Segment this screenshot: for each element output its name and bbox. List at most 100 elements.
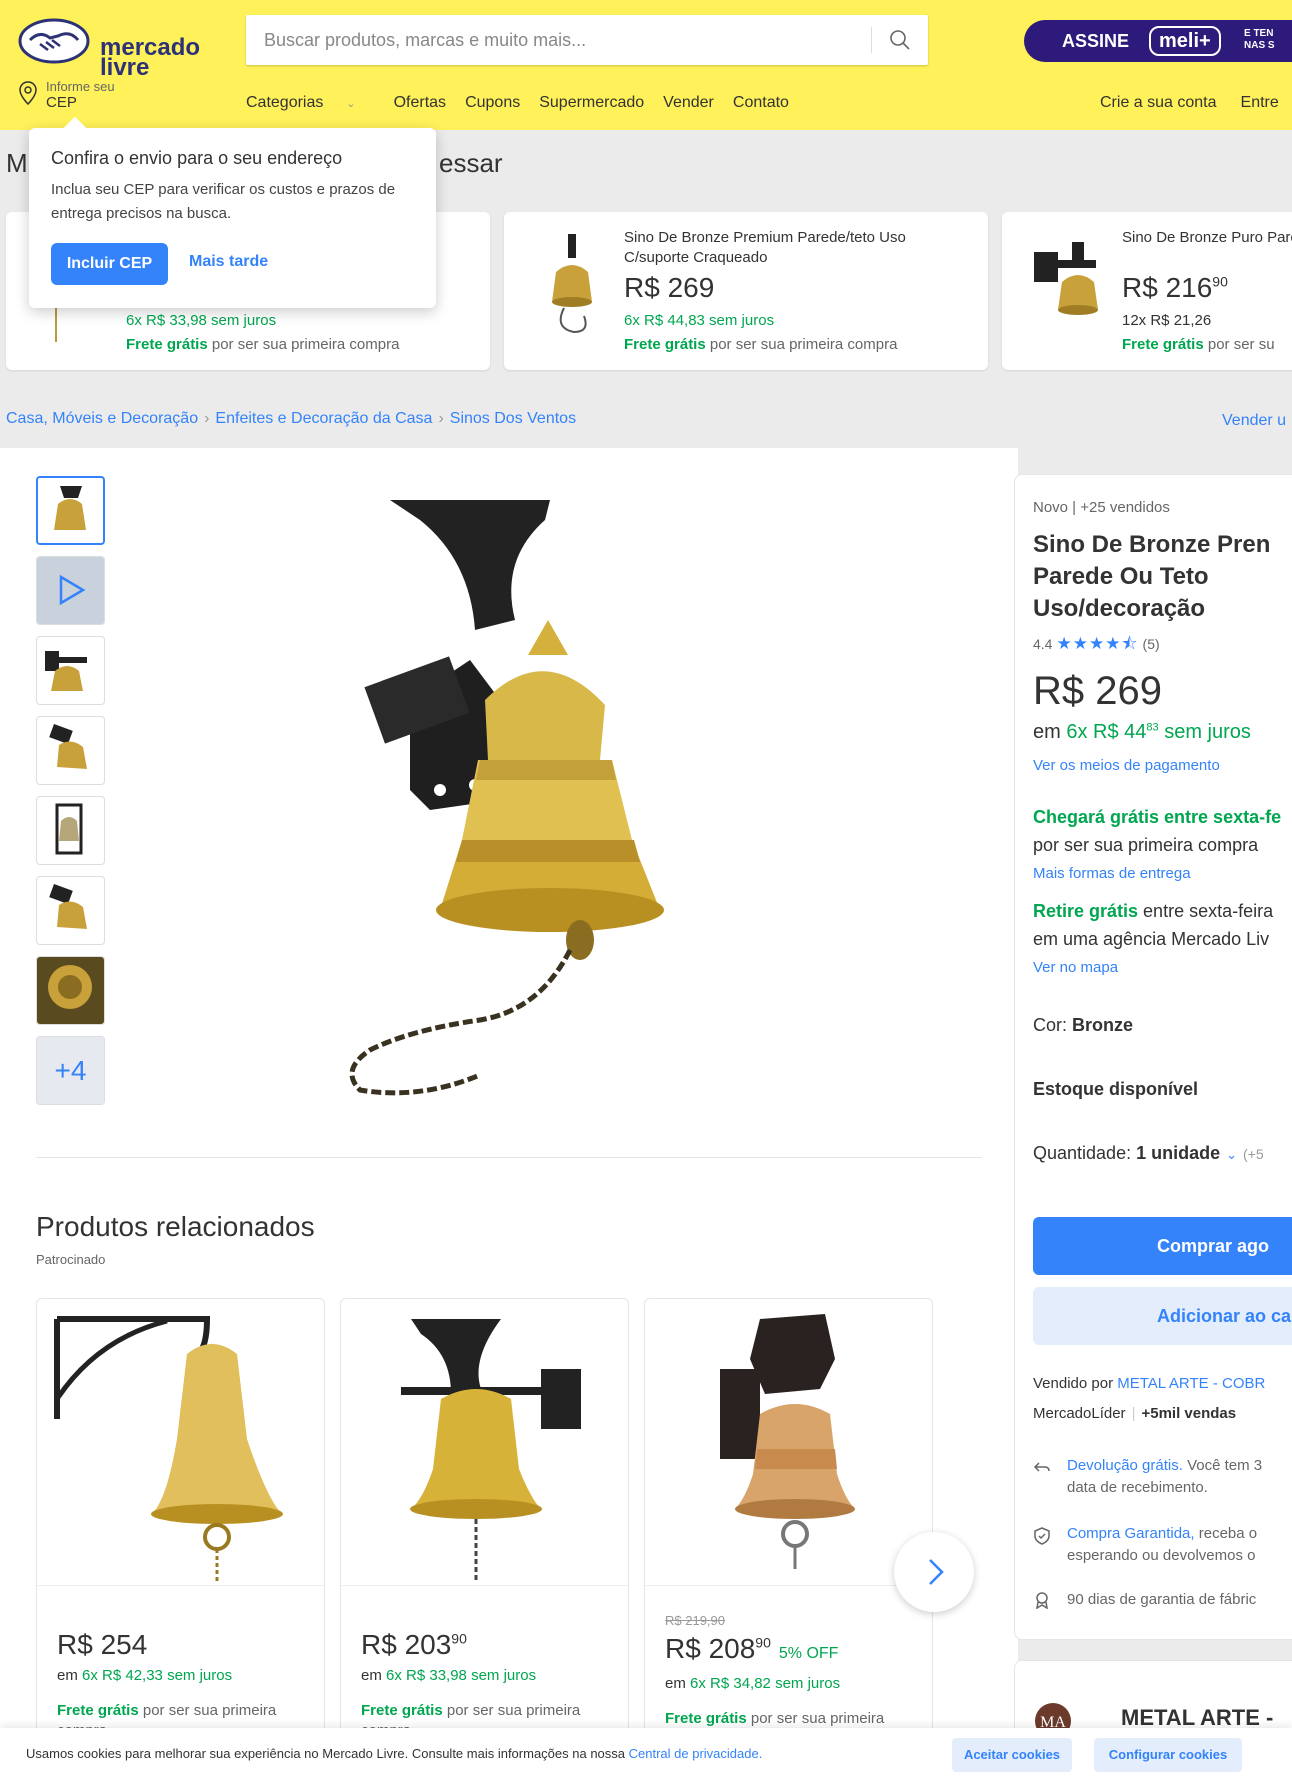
stock-status: Estoque disponível xyxy=(1033,1079,1199,1099)
recent-product-shipping: Frete grátis por ser su xyxy=(1122,336,1275,353)
tooltip-title: Confira o envio para o seu endereço xyxy=(51,148,343,168)
login-link[interactable]: Entre xyxy=(1241,94,1279,111)
gallery-thumbnail[interactable] xyxy=(36,636,105,705)
related-product-installments: em 6x R$ 33,98 sem juros xyxy=(361,1667,537,1684)
breadcrumb-item[interactable]: Enfeites e Decoração da Casa xyxy=(215,410,432,427)
free-return-info: Devolução grátis. Você tem 3 data de rece… xyxy=(1067,1457,1263,1496)
buy-now-button[interactable]: Comprar ago xyxy=(1033,1217,1292,1275)
header: mercadolivre ASSINE meli+ E TENNAS S Inf… xyxy=(0,0,1292,130)
chevron-right-icon xyxy=(929,1559,944,1585)
card-divider xyxy=(37,1585,324,1586)
product-thumbnail-image xyxy=(37,957,104,1024)
quantity-selector[interactable]: Quantidade: 1 unidade ⌄ (+5 xyxy=(1033,1143,1264,1164)
product-thumbnail-image xyxy=(54,486,86,530)
related-product-card[interactable]: R$ 254 em 6x R$ 42,33 sem juros Frete gr… xyxy=(36,1298,325,1758)
privacy-center-link[interactable]: Central de privacidade. xyxy=(629,1746,763,1761)
accept-cookies-button[interactable]: Aceitar cookies xyxy=(952,1738,1072,1772)
gallery-more-thumbnail[interactable]: +4 xyxy=(36,1036,105,1105)
recent-product-shipping: Frete grátis por ser sua primeira compra xyxy=(624,336,898,353)
play-icon xyxy=(37,557,104,624)
carousel-next-button[interactable] xyxy=(894,1532,974,1612)
cookie-text: Usamos cookies para melhorar sua experiê… xyxy=(26,1746,763,1761)
related-products-title: Produtos relacionados xyxy=(36,1211,315,1242)
more-images-count: +4 xyxy=(37,1037,104,1104)
meli-plus-banner[interactable]: ASSINE meli+ E TEN NAS S xyxy=(1024,20,1292,62)
buy-box: Novo | +25 vendidos Sino De Bronze Pren … xyxy=(1014,474,1292,1640)
nav-ofertas[interactable]: Ofertas xyxy=(394,94,446,112)
later-button[interactable]: Mais tarde xyxy=(189,253,268,271)
related-product-shipping: Frete grátis por ser sua primeira xyxy=(665,1710,885,1727)
product-thumbnail-image xyxy=(49,884,87,929)
breadcrumb-separator-icon: › xyxy=(438,410,444,427)
gallery-thumbnail[interactable] xyxy=(36,716,105,785)
purchase-guarantee-info: Compra Garantida, receba o esperando ou d… xyxy=(1067,1525,1258,1564)
promo-small-text: E TEN NAS S xyxy=(1244,28,1275,51)
recent-product-price: R$ 21690 xyxy=(1122,272,1228,303)
create-account-link[interactable]: Crie a sua conta xyxy=(1100,94,1217,111)
search-input[interactable] xyxy=(264,27,844,53)
sell-similar-link[interactable]: Vender u xyxy=(1222,412,1286,430)
add-to-cart-button[interactable]: Adicionar ao car xyxy=(1033,1287,1292,1345)
rating[interactable]: 4.4 ★★★★⯪ (5) xyxy=(1033,631,1160,660)
cep-label: CEP xyxy=(46,94,77,111)
related-product-image xyxy=(54,1316,283,1581)
view-map-link[interactable]: Ver no mapa xyxy=(1033,959,1118,976)
breadcrumb-separator-icon: › xyxy=(204,410,210,427)
related-product-image xyxy=(401,1319,581,1581)
warranty-medal-icon xyxy=(1036,1592,1048,1609)
gallery-thumbnail[interactable] xyxy=(36,876,105,945)
product-thumbnail xyxy=(1034,242,1098,315)
nav-supermercado[interactable]: Supermercado xyxy=(539,94,644,112)
more-shipping-link[interactable]: Mais formas de entrega xyxy=(1033,865,1191,882)
cep-tooltip: Confira o envio para o seu endereço Incl… xyxy=(29,116,436,308)
recent-product-installments: 12x R$ 21,26 xyxy=(1122,312,1212,329)
color-selector: Cor: Bronze xyxy=(1033,1015,1134,1035)
recent-product-card[interactable]: Sino De Bronze Puro Parede 1,5 Kg Para E… xyxy=(1002,212,1292,370)
cep-label-small: Informe seu xyxy=(46,79,115,94)
payment-methods-link[interactable]: Ver os meios de pagamento xyxy=(1033,757,1220,774)
location-pin-icon xyxy=(19,81,37,105)
mercado-livre-logo[interactable]: mercado livre xyxy=(18,18,200,80)
recent-section-title: M essar xyxy=(6,148,503,178)
chevron-down-icon: ⌄ xyxy=(1226,1147,1237,1162)
nav-vender[interactable]: Vender xyxy=(663,94,714,112)
breadcrumb-item[interactable]: Casa, Móveis e Decoração xyxy=(6,410,198,427)
include-cep-button[interactable]: Incluir CEP xyxy=(51,243,168,285)
gallery-thumbnail[interactable] xyxy=(36,476,105,545)
breadcrumb-item[interactable]: Sinos Dos Ventos xyxy=(450,410,576,427)
related-product-old-price: R$ 219,90 xyxy=(665,1613,725,1628)
chevron-down-icon: ⌄ xyxy=(346,98,356,110)
related-product-card[interactable]: R$ 219,90 R$ 208905% OFF em 6x R$ 34,82 … xyxy=(644,1298,933,1758)
promo-assine-text: ASSINE xyxy=(1062,31,1130,51)
sold-by: Vendido por METAL ARTE - COBR xyxy=(1033,1375,1266,1392)
search-icon[interactable] xyxy=(888,28,912,52)
gallery-thumbnail[interactable] xyxy=(36,956,105,1025)
configure-cookies-button[interactable]: Configurar cookies xyxy=(1094,1738,1242,1772)
shipping-note: por ser sua primeira compra xyxy=(1033,835,1259,855)
seller-link[interactable]: METAL ARTE - COBR xyxy=(1117,1375,1265,1392)
related-product-card[interactable]: R$ 20390 em 6x R$ 33,98 sem juros Frete … xyxy=(340,1298,629,1758)
nav-cupons[interactable]: Cupons xyxy=(465,94,520,112)
product-price: R$ 269 xyxy=(1033,669,1162,713)
nav-contato[interactable]: Contato xyxy=(733,94,789,112)
recent-product-installments: 6x R$ 33,98 sem juros xyxy=(126,312,277,329)
account-nav: Crie a sua conta Entre xyxy=(1100,94,1292,112)
pickup-agency: em uma agência Mercado Liv xyxy=(1033,929,1270,949)
recent-product-title: Sino De Bronze Premium Parede/teto Uso C… xyxy=(624,229,906,266)
cookie-banner: Usamos cookies para melhorar sua experiê… xyxy=(0,1728,1292,1780)
recent-product-price: R$ 269 xyxy=(624,272,715,303)
product-thumbnail-image xyxy=(55,803,83,855)
recent-product-card[interactable]: Sino De Bronze Premium Parede/teto Uso C… xyxy=(504,212,988,370)
star-rating-icon: ★★★★⯪ xyxy=(1056,634,1139,653)
product-thumbnail xyxy=(552,234,592,334)
nav-categorias[interactable]: Categorias ⌄ xyxy=(246,94,375,112)
main-product-image[interactable] xyxy=(300,490,820,1100)
gallery-thumbnail[interactable] xyxy=(36,796,105,865)
tooltip-body: Inclua seu CEP para verificar os custos … xyxy=(51,181,396,222)
search-box[interactable] xyxy=(246,15,928,65)
logo-text: mercado livre xyxy=(100,34,201,81)
shield-check-icon xyxy=(1034,1527,1050,1545)
gallery-video-thumbnail[interactable] xyxy=(36,556,105,625)
related-product-price: R$ 20390 xyxy=(361,1629,467,1660)
section-divider xyxy=(36,1157,982,1158)
